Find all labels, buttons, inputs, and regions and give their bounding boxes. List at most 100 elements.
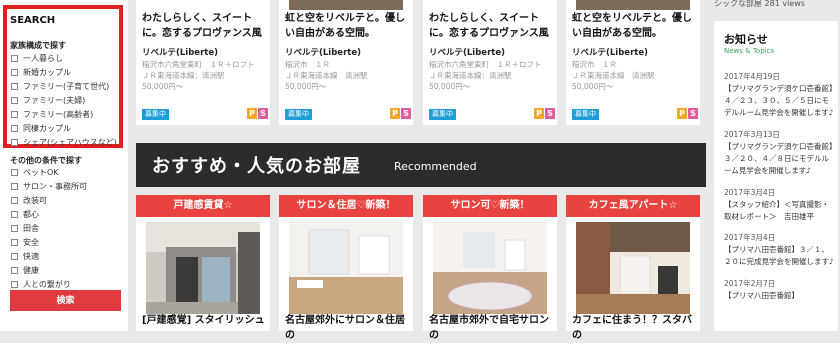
recommended-card-text[interactable]: 名古屋市郊外で自宅サロンの: [429, 313, 553, 343]
room-photo[interactable]: [146, 222, 260, 314]
condition-filter-checkbox[interactable]: 人との繋がり: [11, 279, 71, 290]
checkbox-icon[interactable]: [11, 197, 18, 204]
checkbox-icon[interactable]: [11, 55, 18, 62]
property-brand: リベルテ(Liberte): [429, 48, 505, 58]
family-heading: 家族構成で探す: [10, 41, 66, 50]
checkbox-icon[interactable]: [11, 267, 18, 274]
room-photo[interactable]: [289, 222, 403, 314]
property-card[interactable]: 虹と空をリベルテと。優しい自由がある空間。 リベルテ(Liberte) 稲沢市 １Ｒ…: [566, 0, 700, 125]
news-date: 2017年4月19日: [724, 72, 780, 81]
room-photo[interactable]: [576, 222, 690, 314]
recommended-card[interactable]: サロン＆住居♡新築！ 名古屋郊外にサロン＆住居の: [279, 195, 413, 341]
recommended-card-header[interactable]: 戸建感賃貸☆: [136, 195, 270, 217]
search-button[interactable]: 検索: [10, 290, 121, 311]
recommended-card-header[interactable]: カフェ風アパート☆: [566, 195, 700, 217]
checkbox-icon[interactable]: [11, 183, 18, 190]
property-photo-edge[interactable]: [576, 0, 690, 10]
checkbox-icon[interactable]: [11, 83, 18, 90]
news-item-link[interactable]: 【プリマ八田壱番館】: [724, 290, 836, 302]
property-brand: リベルテ(Liberte): [142, 48, 218, 58]
other-conditions-heading: その他の条件で探す: [10, 156, 82, 165]
news-item-link[interactable]: 【プリマ八田壱番館】３／１、２０に完成見学会を開催します♪: [724, 244, 836, 268]
recommended-card-line: [戸建感覚] スタイリッシュ: [142, 315, 265, 326]
parking-badge: P: [677, 108, 687, 119]
search-title: SEARCH: [10, 15, 56, 26]
checkbox-icon[interactable]: [11, 169, 18, 176]
parking-badge: P: [247, 108, 257, 119]
property-address: 稲沢市六角堂東町 １Ｒ＋ロフト: [142, 60, 255, 69]
property-title[interactable]: わたしらしく、スイートに。恋するプロヴァンス風アパート: [142, 11, 266, 41]
checkbox-label: 健康: [23, 266, 39, 275]
recruiting-badge: 募集中: [285, 109, 312, 120]
property-address: 稲沢市 １Ｒ: [285, 60, 330, 69]
news-date: 2017年3月4日: [724, 233, 776, 242]
property-title[interactable]: 虹と空をリベルテと。優しい自由がある空間。: [572, 11, 696, 41]
checkbox-label: サロン・事務所可: [23, 182, 87, 191]
recommended-card-line: 名古屋郊外にサロン＆住居の: [285, 315, 405, 341]
checkbox-icon[interactable]: [11, 111, 18, 118]
family-filter-checkbox[interactable]: シェア(シェアハウスなど): [11, 137, 117, 148]
condition-filter-checkbox[interactable]: 健康: [11, 265, 39, 276]
checkbox-label: 新婚カップル: [23, 68, 71, 77]
family-filter-checkbox[interactable]: ファミリー(高齢者): [11, 109, 93, 120]
checkbox-label: シェア(シェアハウスなど): [23, 138, 117, 147]
recommended-card-text[interactable]: 名古屋郊外にサロン＆住居の: [285, 313, 409, 343]
condition-filter-checkbox[interactable]: 安全: [11, 237, 39, 248]
news-item-link[interactable]: 【プリマグランデ須ケ口壱番館】４／２３、３０、５／５日にモデルルーム見学会を開催…: [724, 83, 836, 119]
family-filter-checkbox[interactable]: 新婚カップル: [11, 67, 71, 78]
property-price: 50,000円～: [142, 82, 184, 91]
news-date: 2017年2月7日: [724, 279, 776, 288]
property-card[interactable]: わたしらしく、スイートに。恋するプロヴァンス風アパートリベルテ(Liberte)…: [423, 0, 557, 125]
checkbox-label: ファミリー(高齢者): [23, 110, 94, 119]
checkbox-label: ファミリー(子育て世代): [23, 82, 110, 91]
checkbox-label: 安全: [23, 238, 39, 247]
checkbox-icon[interactable]: [11, 281, 18, 288]
property-photo-edge[interactable]: [289, 0, 403, 10]
recommended-card-header[interactable]: サロン可♡新築！: [423, 195, 557, 217]
checkbox-label: 改装可: [23, 196, 47, 205]
news-item-link[interactable]: 【プリマグランデ須ケ口壱番館】３／２０、４／８日にモデルルーム見学会を開催します…: [724, 141, 836, 177]
parking-badge: P: [534, 108, 544, 119]
condition-filter-checkbox[interactable]: 都心: [11, 209, 39, 220]
checkbox-icon[interactable]: [11, 125, 18, 132]
condition-filter-checkbox[interactable]: 快適: [11, 251, 39, 262]
checkbox-label: ファミリー(夫婦): [23, 96, 86, 105]
recommended-card[interactable]: カフェ風アパート☆ カフェに住まう！？スタバの: [566, 195, 700, 341]
news-date: 2017年3月13日: [724, 130, 780, 139]
checkbox-icon[interactable]: [11, 225, 18, 232]
recommended-card-header[interactable]: サロン＆住居♡新築！: [279, 195, 413, 217]
property-station: ＪＲ東海道本線 清洲駅: [285, 71, 368, 80]
checkbox-icon[interactable]: [11, 211, 18, 218]
checkbox-label: 田舎: [23, 224, 39, 233]
recommended-card[interactable]: 戸建感賃貸☆ [戸建感覚] スタイリッシュ: [136, 195, 270, 331]
recruiting-badge: 募集中: [572, 109, 599, 120]
property-card[interactable]: わたしらしく、スイートに。恋するプロヴァンス風アパートリベルテ(Liberte)…: [136, 0, 270, 125]
family-filter-checkbox[interactable]: 同棲カップル: [11, 123, 71, 134]
condition-filter-checkbox[interactable]: 田舎: [11, 223, 39, 234]
room-photo-image: [433, 222, 547, 314]
checkbox-icon[interactable]: [11, 239, 18, 246]
property-station: ＪＲ東海道本線：清洲駅: [429, 71, 512, 80]
condition-filter-checkbox[interactable]: ペットOK: [11, 167, 59, 178]
recommended-card-text[interactable]: [戸建感覚] スタイリッシュ: [142, 313, 266, 328]
family-filter-checkbox[interactable]: ファミリー(夫婦): [11, 95, 85, 106]
family-filter-checkbox[interactable]: 一人暮らし: [11, 53, 63, 64]
recommended-card[interactable]: サロン可♡新築！ 名古屋市郊外で自宅サロンの: [423, 195, 557, 341]
condition-filter-checkbox[interactable]: サロン・事務所可: [11, 181, 87, 192]
checkbox-icon[interactable]: [11, 69, 18, 76]
checkbox-icon[interactable]: [11, 97, 18, 104]
checkbox-icon[interactable]: [11, 139, 18, 146]
checkbox-icon[interactable]: [11, 253, 18, 260]
news-item-link[interactable]: 【スタッフ紹介】＜写真撮影・取材レポート＞ 吉田雄平: [724, 199, 836, 223]
property-title[interactable]: 虹と空をリベルテと。優しい自由がある空間。: [285, 11, 409, 41]
family-filter-checkbox[interactable]: ファミリー(子育て世代): [11, 81, 109, 92]
property-station: ＪＲ東海道本線 清洲駅: [572, 71, 655, 80]
checkbox-label: 快適: [23, 252, 39, 261]
condition-filter-checkbox[interactable]: 改装可: [11, 195, 47, 206]
views-count: シックな部屋 281 views: [714, 0, 805, 8]
recommended-card-text[interactable]: カフェに住まう！？スタバの: [572, 313, 696, 343]
search-sidebar: SEARCH 家族構成で探す 一人暮らし新婚カップルファミリー(子育て世代) ファ…: [0, 0, 128, 331]
property-title[interactable]: わたしらしく、スイートに。恋するプロヴァンス風アパート: [429, 11, 553, 41]
property-card[interactable]: 虹と空をリベルテと。優しい自由がある空間。 リベルテ(Liberte) 稲沢市 １Ｒ…: [279, 0, 413, 125]
room-photo[interactable]: [433, 222, 547, 314]
